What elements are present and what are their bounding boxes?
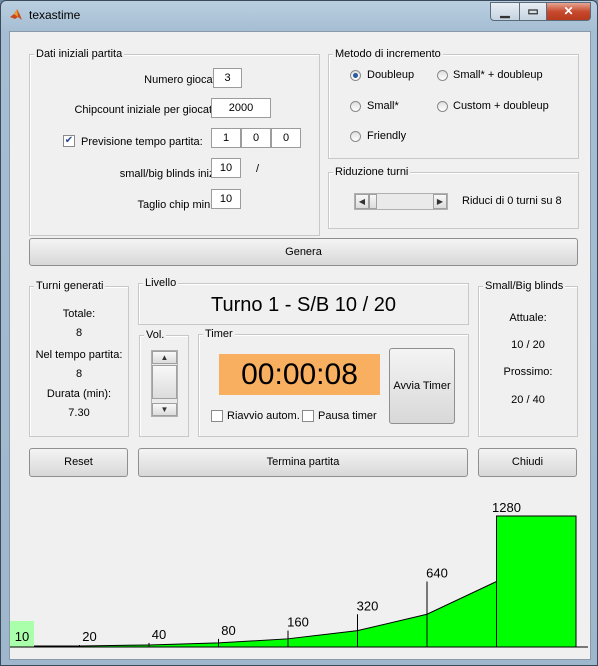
turni-panel: Turni generati Totale: 8 Nel tempo parti… bbox=[29, 280, 129, 437]
checkmark-icon: ✔ bbox=[64, 135, 74, 146]
level-label: 320 bbox=[357, 598, 379, 613]
arrow-down-icon: ▼ bbox=[160, 405, 169, 414]
level-label: 640 bbox=[426, 566, 448, 581]
pausa-checkbox[interactable] bbox=[302, 410, 314, 422]
level-label: 160 bbox=[287, 615, 309, 630]
title-bar: texastime ▁ ▭ ✕ bbox=[1, 1, 597, 29]
radio-friendly-label: Friendly bbox=[367, 130, 407, 142]
blinds-chart: 10 20 40 80 160 320 640 1280 bbox=[10, 500, 588, 648]
livello-panel: Livello Turno 1 - S/B 10 / 20 bbox=[138, 277, 469, 325]
nel-tempo-value: 8 bbox=[75, 368, 83, 380]
matlab-icon bbox=[10, 9, 22, 20]
volume-slider[interactable]: ▲ ▼ bbox=[151, 350, 178, 417]
radio-small-label: Small* bbox=[367, 100, 399, 112]
maximize-button[interactable]: ▭ bbox=[519, 2, 547, 21]
close-window-button[interactable]: ✕ bbox=[546, 2, 591, 21]
turni-legend: Turni generati bbox=[34, 280, 106, 292]
minimize-icon: ▁ bbox=[500, 4, 510, 18]
radio-doubleup-label: Doubleup bbox=[367, 69, 415, 81]
level-label: 10 bbox=[15, 629, 29, 644]
level-label: 80 bbox=[221, 623, 235, 638]
attuale-value: 10 / 20 bbox=[511, 339, 545, 351]
metodo-legend: Metodo di incremento bbox=[333, 48, 443, 60]
dati-panel: Dati iniziali partita Numero giocatori: … bbox=[29, 48, 320, 236]
arrow-left-icon: ◀ bbox=[358, 197, 366, 206]
avvia-timer-button[interactable]: Avvia Timer bbox=[389, 348, 455, 424]
riavvio-checkbox[interactable] bbox=[211, 410, 223, 422]
totale-label: Totale: bbox=[62, 308, 96, 320]
taglio-input[interactable]: 10 bbox=[211, 189, 241, 209]
level-label: 20 bbox=[82, 629, 96, 644]
radio-small[interactable] bbox=[350, 101, 361, 112]
tempo-seconds-input[interactable]: 0 bbox=[271, 128, 301, 148]
timer-display: 00:00:08 bbox=[219, 354, 380, 395]
maximize-icon: ▭ bbox=[527, 4, 539, 18]
num-giocatori-input[interactable]: 3 bbox=[213, 68, 242, 88]
blinds-legend: Small/Big blinds bbox=[483, 280, 566, 292]
nel-tempo-label: Nel tempo partita: bbox=[35, 349, 123, 361]
durata-label: Durata (min): bbox=[46, 388, 112, 400]
radio-small-doubleup[interactable] bbox=[437, 70, 448, 81]
slider-thumb[interactable] bbox=[369, 194, 377, 209]
chiudi-button[interactable]: Chiudi bbox=[478, 448, 577, 477]
level-label: 1280 bbox=[492, 500, 521, 515]
attuale-label: Attuale: bbox=[509, 312, 547, 324]
timer-legend: Timer bbox=[203, 328, 235, 340]
window: texastime ▁ ▭ ✕ Dati iniziali partita Nu… bbox=[0, 0, 598, 666]
tempo-hours-input[interactable]: 1 bbox=[211, 128, 241, 148]
prossimo-value: 20 / 40 bbox=[511, 394, 545, 406]
radio-custom-doubleup[interactable] bbox=[437, 101, 448, 112]
minimize-button[interactable]: ▁ bbox=[490, 2, 520, 21]
level-label: 40 bbox=[152, 627, 166, 642]
slider-left-arrow[interactable]: ◀ bbox=[355, 194, 369, 209]
tempo-minutes-input[interactable]: 0 bbox=[241, 128, 271, 148]
totale-value: 8 bbox=[75, 327, 83, 339]
riavvio-label: Riavvio autom. bbox=[227, 410, 300, 422]
window-title: texastime bbox=[29, 8, 81, 22]
livello-text: Turno 1 - S/B 10 / 20 bbox=[211, 294, 396, 316]
metodo-panel: Metodo di incremento Doubleup Small* + d… bbox=[328, 48, 579, 159]
chipcount-label: Chipcount iniziale per giocatore: bbox=[74, 104, 231, 116]
genera-button[interactable]: Genera bbox=[29, 238, 578, 266]
arrow-up-icon: ▲ bbox=[160, 353, 169, 362]
radio-small-doubleup-label: Small* + doubleup bbox=[453, 69, 543, 81]
riduzione-text: Riduci di 0 turni su 8 bbox=[462, 195, 562, 207]
blinds-panel: Small/Big blinds Attuale: 10 / 20 Prossi… bbox=[478, 280, 578, 437]
previsione-label: Previsione tempo partita: bbox=[81, 136, 203, 148]
volume-down-arrow[interactable]: ▼ bbox=[152, 403, 177, 416]
blinds-separator: / bbox=[256, 163, 260, 175]
riduzione-panel: Riduzione turni ◀ ▶ Riduci di 0 turni su… bbox=[328, 166, 579, 229]
timer-panel: Timer 00:00:08 Avvia Timer Riavvio autom… bbox=[198, 328, 469, 437]
dati-legend: Dati iniziali partita bbox=[34, 48, 125, 60]
vol-legend: Vol. bbox=[144, 329, 167, 341]
livello-legend: Livello bbox=[143, 277, 179, 289]
close-icon: ✕ bbox=[563, 4, 574, 18]
chipcount-input[interactable]: 2000 bbox=[211, 98, 271, 118]
vol-panel: Vol. ▲ ▼ bbox=[139, 329, 189, 437]
prossimo-label: Prossimo: bbox=[503, 366, 553, 378]
radio-doubleup[interactable] bbox=[350, 70, 361, 81]
radio-friendly[interactable] bbox=[350, 131, 361, 142]
arrow-right-icon: ▶ bbox=[436, 197, 444, 206]
previsione-checkbox[interactable]: ✔ bbox=[63, 135, 75, 147]
pausa-label: Pausa timer bbox=[318, 410, 377, 422]
slider-right-arrow[interactable]: ▶ bbox=[433, 194, 447, 209]
small-blind-input[interactable]: 10 bbox=[211, 158, 241, 178]
riduzione-legend: Riduzione turni bbox=[333, 166, 411, 178]
client-area: Dati iniziali partita Numero giocatori: … bbox=[9, 31, 591, 660]
reset-button[interactable]: Reset bbox=[29, 448, 128, 477]
durata-value: 7.30 bbox=[68, 407, 90, 419]
volume-thumb[interactable] bbox=[152, 365, 177, 399]
radio-custom-doubleup-label: Custom + doubleup bbox=[453, 100, 549, 112]
volume-up-arrow[interactable]: ▲ bbox=[152, 351, 177, 364]
riduzione-slider[interactable]: ◀ ▶ bbox=[354, 193, 448, 210]
termina-button[interactable]: Termina partita bbox=[138, 448, 468, 477]
